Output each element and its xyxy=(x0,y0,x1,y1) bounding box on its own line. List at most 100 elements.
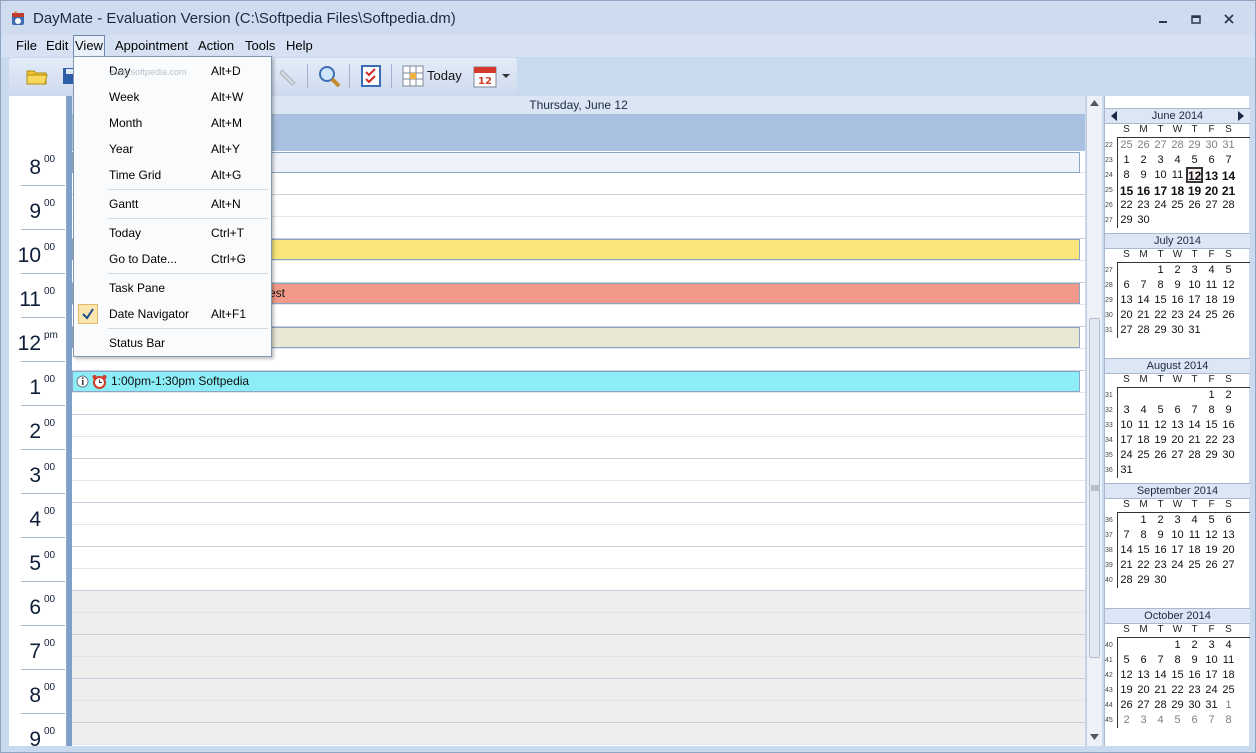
menu-action[interactable]: Action xyxy=(197,35,235,57)
date-cell[interactable]: 24 xyxy=(1152,199,1169,211)
date-cell[interactable]: 6 xyxy=(1220,514,1237,526)
date-cell[interactable]: 1 xyxy=(1118,154,1135,166)
time-slot[interactable] xyxy=(72,591,1085,613)
date-cell[interactable]: 19 xyxy=(1186,184,1203,198)
date-cell[interactable]: 22 xyxy=(1135,559,1152,571)
menu-tools[interactable]: Tools xyxy=(244,35,276,57)
date-cell[interactable]: 8 xyxy=(1203,404,1220,416)
date-cell[interactable]: 19 xyxy=(1118,684,1135,696)
date-cell[interactable]: 4 xyxy=(1220,639,1237,651)
view-menu-item-year[interactable]: Year Alt+Y xyxy=(74,138,271,160)
date-cell[interactable]: 1 xyxy=(1135,514,1152,526)
date-cell[interactable]: 28 xyxy=(1118,574,1135,586)
view-menu-item-today[interactable]: Today Ctrl+T xyxy=(74,222,271,244)
date-cell[interactable]: 22 xyxy=(1169,684,1186,696)
date-cell[interactable]: 27 xyxy=(1220,559,1237,571)
date-cell[interactable]: 3 xyxy=(1135,714,1152,726)
date-cell[interactable]: 3 xyxy=(1152,154,1169,166)
today-date-cell[interactable]: 12 xyxy=(1186,167,1203,183)
date-cell[interactable]: 6 xyxy=(1203,154,1220,166)
date-cell[interactable]: 26 xyxy=(1220,309,1237,321)
date-cell[interactable]: 17 xyxy=(1118,434,1135,446)
time-slot[interactable] xyxy=(72,657,1085,679)
daymate-app-icon[interactable] xyxy=(10,10,27,27)
date-cell[interactable]: 17 xyxy=(1152,184,1169,198)
date-cell[interactable]: 24 xyxy=(1186,309,1203,321)
view-menu-item-month[interactable]: Month Alt+M xyxy=(74,112,271,134)
date-cell[interactable]: 13 xyxy=(1118,294,1135,306)
date-cell[interactable]: 29 xyxy=(1186,139,1203,151)
date-cell[interactable]: 24 xyxy=(1118,449,1135,461)
date-cell[interactable]: 16 xyxy=(1169,294,1186,306)
scroll-thumb[interactable] xyxy=(1089,318,1100,658)
time-slot[interactable] xyxy=(72,569,1085,591)
view-menu-item-gantt[interactable]: Gantt Alt+N xyxy=(74,193,271,215)
date-cell[interactable]: 1 xyxy=(1152,264,1169,276)
date-cell[interactable]: 9 xyxy=(1186,654,1203,666)
date-cell[interactable]: 24 xyxy=(1169,559,1186,571)
date-cell[interactable]: 4 xyxy=(1152,714,1169,726)
date-cell[interactable]: 30 xyxy=(1220,449,1237,461)
date-cell[interactable]: 7 xyxy=(1220,154,1237,166)
tasks-button[interactable] xyxy=(357,63,385,89)
date-cell[interactable]: 8 xyxy=(1118,169,1135,181)
next-month-icon[interactable] xyxy=(1238,111,1244,121)
menu-view[interactable]: View xyxy=(73,35,105,57)
date-cell[interactable]: 3 xyxy=(1186,264,1203,276)
date-cell[interactable]: 25 xyxy=(1135,449,1152,461)
date-cell[interactable]: 21 xyxy=(1135,309,1152,321)
time-slot[interactable] xyxy=(72,701,1085,723)
date-cell[interactable]: 10 xyxy=(1118,419,1135,431)
date-cell[interactable]: 25 xyxy=(1186,559,1203,571)
date-cell[interactable]: 7 xyxy=(1118,529,1135,541)
date-cell[interactable]: 27 xyxy=(1152,139,1169,151)
scroll-up-icon[interactable] xyxy=(1090,100,1099,106)
date-cell[interactable]: 11 xyxy=(1135,419,1152,431)
date-cell[interactable]: 25 xyxy=(1203,309,1220,321)
date-cell[interactable]: 14 xyxy=(1220,169,1237,183)
date-cell[interactable]: 3 xyxy=(1203,639,1220,651)
date-cell[interactable]: 21 xyxy=(1186,434,1203,446)
date-cell[interactable]: 18 xyxy=(1169,184,1186,198)
date-cell[interactable]: 13 xyxy=(1169,419,1186,431)
date-cell[interactable]: 30 xyxy=(1152,574,1169,586)
date-cell[interactable]: 18 xyxy=(1220,669,1237,681)
date-cell[interactable]: 17 xyxy=(1169,544,1186,556)
date-cell[interactable]: 18 xyxy=(1203,294,1220,306)
date-cell[interactable]: 26 xyxy=(1186,199,1203,211)
go-to-date-dropdown[interactable] xyxy=(499,63,513,89)
search-button[interactable] xyxy=(315,63,343,89)
date-cell[interactable]: 26 xyxy=(1152,449,1169,461)
today-label[interactable]: Today xyxy=(427,68,462,83)
date-cell[interactable]: 28 xyxy=(1220,199,1237,211)
date-cell[interactable]: 31 xyxy=(1220,139,1237,151)
date-cell[interactable]: 7 xyxy=(1203,714,1220,726)
date-cell[interactable]: 2 xyxy=(1152,514,1169,526)
date-cell[interactable]: 4 xyxy=(1203,264,1220,276)
date-cell[interactable]: 18 xyxy=(1135,434,1152,446)
date-cell[interactable]: 14 xyxy=(1186,419,1203,431)
date-cell[interactable]: 25 xyxy=(1220,684,1237,696)
date-cell[interactable]: 3 xyxy=(1169,514,1186,526)
date-cell[interactable]: 22 xyxy=(1118,199,1135,211)
date-cell[interactable]: 20 xyxy=(1135,684,1152,696)
date-cell[interactable]: 5 xyxy=(1203,514,1220,526)
date-cell[interactable]: 15 xyxy=(1152,294,1169,306)
date-cell[interactable]: 19 xyxy=(1203,544,1220,556)
date-cell[interactable]: 18 xyxy=(1186,544,1203,556)
date-cell[interactable]: 5 xyxy=(1186,154,1203,166)
date-cell[interactable]: 12 xyxy=(1118,669,1135,681)
date-cell[interactable]: 10 xyxy=(1203,654,1220,666)
date-cell[interactable]: 20 xyxy=(1203,184,1220,198)
date-cell[interactable]: 23 xyxy=(1135,199,1152,211)
date-cell[interactable]: 2 xyxy=(1220,389,1237,401)
date-cell[interactable]: 27 xyxy=(1203,199,1220,211)
date-cell[interactable]: 2 xyxy=(1169,264,1186,276)
date-cell[interactable]: 9 xyxy=(1169,279,1186,291)
date-cell[interactable]: 23 xyxy=(1186,684,1203,696)
date-cell[interactable]: 7 xyxy=(1152,654,1169,666)
date-cell[interactable]: 12 xyxy=(1220,279,1237,291)
time-slot[interactable] xyxy=(72,679,1085,701)
date-cell[interactable]: 1 xyxy=(1203,389,1220,401)
date-cell[interactable]: 8 xyxy=(1135,529,1152,541)
